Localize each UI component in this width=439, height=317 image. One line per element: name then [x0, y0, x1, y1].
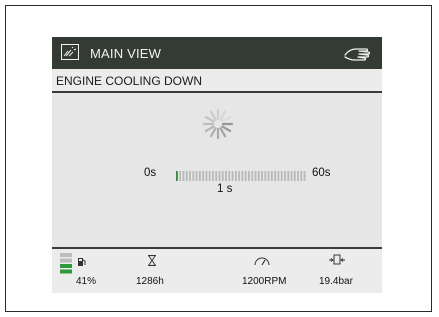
pressure-value: 19.4bar — [319, 276, 353, 287]
progress-empty-segment — [221, 171, 224, 181]
progress-empty-segment — [287, 171, 290, 181]
progress-empty-segment — [179, 171, 182, 181]
spinner-stroke — [209, 110, 217, 121]
spinner-stroke — [221, 115, 232, 123]
progress-empty-segment — [290, 171, 293, 181]
pressure-icon — [329, 253, 345, 271]
progress-filled-segment — [176, 171, 178, 181]
progress-empty-segment — [212, 171, 214, 181]
progress-empty-segment — [215, 171, 218, 181]
progress-empty-segment — [228, 171, 231, 181]
progress-empty-segment — [195, 171, 198, 181]
spinner-stroke — [209, 127, 217, 138]
fuel-pump-icon — [77, 254, 87, 272]
spinner-stroke — [219, 110, 227, 121]
progress-empty-segment — [244, 171, 247, 181]
progress-empty-segment — [303, 171, 306, 181]
screen-icon — [61, 44, 79, 60]
status-bar: ENGINE COOLING DOWN — [52, 69, 382, 93]
fuel-level-segment — [60, 258, 72, 263]
progress-empty-segment — [202, 171, 204, 181]
title-bar: MAIN VIEW — [52, 37, 382, 69]
progress-empty-segment — [205, 171, 208, 181]
fuel-level-indicator — [60, 253, 72, 280]
progress-empty-segment — [270, 171, 273, 181]
spinner-stroke — [204, 115, 215, 123]
progress-empty-segment — [225, 171, 227, 181]
fuel-level-segment — [60, 269, 72, 274]
spinner-stroke — [219, 127, 227, 138]
fuel-value: 41% — [76, 276, 97, 287]
progress-empty-segment — [264, 171, 267, 181]
progress-empty-segment — [257, 171, 260, 181]
progress-empty-segment — [248, 171, 250, 181]
hourglass-icon — [147, 253, 157, 271]
footer-status-bar: 41% 1286h 1200RPM 19.4bar — [52, 247, 382, 293]
progress-empty-segment — [231, 171, 234, 181]
fuel-level-segment — [60, 264, 72, 268]
progress-empty-segment — [198, 171, 201, 181]
progress-empty-segment — [293, 171, 296, 181]
spinner-stroke — [221, 125, 232, 133]
page-title: MAIN VIEW — [90, 46, 162, 61]
progress-empty-segment — [274, 171, 277, 181]
progress-end-label: 60s — [312, 167, 331, 179]
progress-empty-segment — [189, 171, 191, 181]
progress-empty-segment — [234, 171, 237, 181]
progress-empty-segment — [192, 171, 195, 181]
hours-value: 1286h — [136, 276, 164, 287]
hmi-screen: MAIN VIEW ENGINE COOLING DOWN 0s 60s 1 s… — [52, 37, 382, 293]
status-message: ENGINE COOLING DOWN — [56, 74, 203, 88]
progress-empty-segment — [277, 171, 280, 181]
rpm-value: 1200RPM — [242, 276, 287, 287]
progress-empty-segment — [297, 171, 299, 181]
progress-empty-segment — [251, 171, 254, 181]
progress-empty-segment — [261, 171, 263, 181]
progress-empty-segment — [300, 171, 303, 181]
progress-empty-segment — [267, 171, 270, 181]
hand-icon[interactable] — [342, 43, 372, 63]
progress-empty-segment — [284, 171, 286, 181]
progress-empty-segment — [182, 171, 185, 181]
progress-empty-segment — [208, 171, 211, 181]
elapsed-time-label: 1 s — [217, 183, 233, 195]
progress-empty-segment — [238, 171, 241, 181]
fuel-level-segment — [60, 253, 72, 257]
progress-empty-segment — [241, 171, 244, 181]
progress-empty-segment — [218, 171, 221, 181]
cooldown-progress-bar — [176, 168, 307, 181]
progress-empty-segment — [185, 171, 188, 181]
progress-empty-segment — [280, 171, 283, 181]
progress-start-label: 0s — [144, 167, 157, 179]
gauge-icon — [254, 253, 270, 271]
progress-empty-segment — [254, 171, 257, 181]
loading-spinner-icon — [202, 108, 234, 140]
spinner-stroke — [204, 125, 215, 133]
